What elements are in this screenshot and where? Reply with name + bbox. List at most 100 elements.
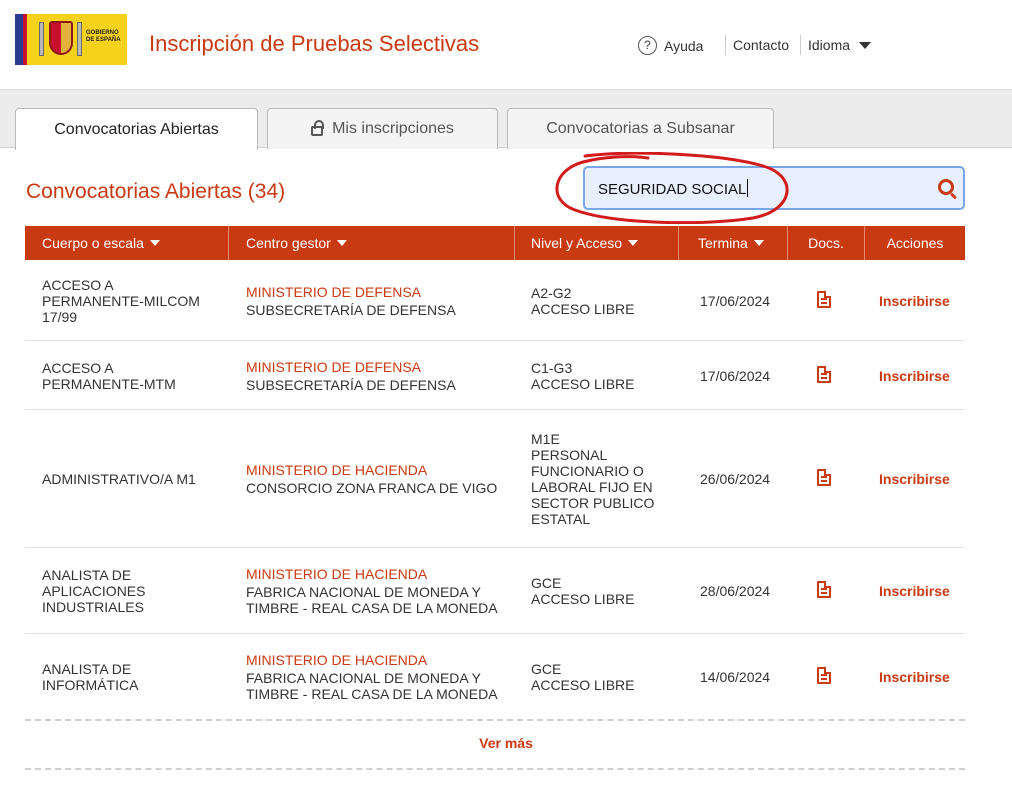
centro-cell: MINISTERIO DE DEFENSA SUBSECRETARÍA DE DE… (246, 284, 456, 318)
nivel-cell-line: FUNCIONARIO O (531, 463, 644, 479)
ministry-name: MINISTERIO DE DEFENSA (246, 359, 422, 375)
inscribirse-link[interactable]: Inscribirse (879, 583, 950, 599)
language-dropdown[interactable]: Idioma (808, 37, 872, 53)
cuerpo-cell: ADMINISTRATIVO/A M1 (42, 471, 196, 487)
document-icon[interactable] (817, 469, 831, 486)
inscribirse-link[interactable]: Inscribirse (879, 368, 950, 384)
nivel-cell-line: SECTOR PUBLICO (531, 495, 655, 511)
col-docs: Docs. (788, 226, 865, 260)
search-input[interactable]: SEGURIDAD SOCIAL (583, 166, 965, 210)
sort-down-icon (336, 240, 347, 246)
document-icon[interactable] (817, 581, 831, 598)
pillar-icon (77, 22, 82, 56)
help-label: Ayuda (664, 37, 704, 54)
cuerpo-cell-line: PERMANENTE-MTM (42, 376, 176, 392)
termina-cell: 26/06/2024 (700, 471, 771, 487)
centro-cell-line: CONSORCIO ZONA FRANCA DE VIGO (246, 480, 498, 496)
tab-label: Convocatorias a Subsanar (546, 120, 735, 137)
centro-cell-line: TIMBRE - REAL CASA DE LA MONEDA (246, 686, 498, 702)
nivel-cell-line: A2-G2 (531, 285, 572, 301)
cuerpo-cell-line: ADMINISTRATIVO/A M1 (42, 471, 196, 487)
centro-cell-line: FABRICA NACIONAL DE MONEDA Y (246, 584, 481, 600)
ministry-name: MINISTERIO DE DEFENSA (246, 284, 422, 300)
nivel-cell: GCE ACCESO LIBRE (531, 575, 634, 607)
centro-cell-line: SUBSECRETARÍA DE DEFENSA (246, 302, 456, 318)
cuerpo-cell-line: INFORMÁTICA (42, 677, 139, 693)
nivel-cell: GCE ACCESO LIBRE (531, 661, 634, 693)
app-title: Inscripción de Pruebas Selectivas (149, 31, 480, 56)
divider (25, 719, 965, 721)
cuerpo-cell: ACCESO A PERMANENTE-MILCOM 17/99 (42, 277, 200, 325)
inscribirse-link[interactable]: Inscribirse (879, 669, 950, 685)
tab-convocatorias-abiertas[interactable]: Convocatorias Abiertas (15, 108, 258, 150)
site-header: GOBIERNO DE ESPAÑA Inscripción de Pruebas… (0, 0, 1012, 89)
table-row: ACCESO A PERMANENTE-MILCOM 17/99 MINISTERIO… (25, 260, 965, 341)
coat-of-arms-icon (49, 21, 73, 55)
ver-mas-link[interactable]: Ver más (0, 735, 1012, 751)
document-icon[interactable] (817, 667, 831, 684)
nivel-cell-line: C1-G3 (531, 360, 573, 376)
page-title: Convocatorias Abiertas (34) (26, 180, 286, 203)
flag-strip-red (23, 14, 27, 65)
nivel-cell: M1E PERSONAL FUNCIONARIO O LABORAL FIJO EN S… (531, 431, 654, 527)
cuerpo-cell: ANALISTA DE INFORMÁTICA (42, 661, 138, 693)
centro-cell: MINISTERIO DE HACIENDA CONSORCIO ZONA FRA… (246, 462, 497, 496)
centro-cell-line: FABRICA NACIONAL DE MONEDA Y (246, 670, 481, 686)
government-logo[interactable]: GOBIERNO DE ESPAÑA (15, 14, 127, 65)
lock-icon (311, 120, 325, 136)
tab-label: Mis inscripciones (332, 120, 454, 137)
nivel-cell-line: ESTATAL (531, 511, 591, 527)
divider (800, 35, 801, 55)
sort-cuerpo[interactable]: Cuerpo o escala (25, 226, 229, 260)
language-label: Idioma (808, 37, 851, 53)
contact-link[interactable]: Contacto (733, 37, 789, 53)
ministry-name: MINISTERIO DE HACIENDA (246, 462, 428, 478)
nivel-cell-line: LABORAL FIJO EN (531, 479, 653, 495)
divider (25, 768, 965, 770)
centro-cell-line: TIMBRE - REAL CASA DE LA MONEDA (246, 600, 498, 616)
cuerpo-cell: ANALISTA DE APLICACIONES INDUSTRIALES (42, 567, 145, 615)
nivel-cell-line: GCE (531, 575, 562, 591)
nivel-cell-line: GCE (531, 661, 562, 677)
pillar-icon (39, 22, 44, 56)
help-icon: ? (638, 36, 657, 55)
sort-nivel[interactable]: Nivel y Acceso (515, 226, 679, 260)
table-row: ACCESO A PERMANENTE-MTM MINISTERIO DE DEFE… (25, 341, 965, 410)
sort-down-icon (149, 240, 160, 246)
document-icon[interactable] (817, 366, 831, 383)
cuerpo-cell-line: ACCESO A (42, 277, 114, 293)
cuerpo-cell-line: 17/99 (42, 309, 78, 325)
tab-mis-inscripciones[interactable]: Mis inscripciones (267, 108, 498, 149)
nivel-cell-line: M1E (531, 431, 560, 447)
nivel-cell-line: ACCESO LIBRE (531, 591, 635, 607)
logo-text: GOBIERNO DE ESPAÑA (86, 30, 121, 43)
inscribirse-link[interactable]: Inscribirse (879, 293, 950, 309)
ministry-name: MINISTERIO DE HACIENDA (246, 566, 428, 582)
nivel-cell-line: ACCESO LIBRE (531, 301, 635, 317)
termina-cell: 17/06/2024 (700, 368, 771, 384)
nivel-cell: A2-G2 ACCESO LIBRE (531, 285, 634, 317)
cuerpo-cell-line: APLICACIONES (42, 583, 146, 599)
centro-cell: MINISTERIO DE DEFENSA SUBSECRETARÍA DE DE… (246, 359, 456, 393)
inscribirse-link[interactable]: Inscribirse (879, 471, 950, 487)
document-icon[interactable] (817, 291, 831, 308)
sort-down-icon (753, 240, 764, 246)
cuerpo-cell-line: ACCESO A (42, 360, 114, 376)
cuerpo-cell-line: ANALISTA DE (42, 661, 132, 677)
nivel-cell: C1-G3 ACCESO LIBRE (531, 360, 634, 392)
nivel-cell-line: PERSONAL (531, 447, 608, 463)
cuerpo-cell-line: INDUSTRIALES (42, 599, 144, 615)
termina-cell: 17/06/2024 (700, 293, 771, 309)
search-icon[interactable] (938, 179, 954, 195)
table-row: ANALISTA DE APLICACIONES INDUSTRIALES MINIS… (25, 548, 965, 634)
termina-cell: 28/06/2024 (700, 583, 771, 599)
termina-cell: 14/06/2024 (700, 669, 771, 685)
tab-convocatorias-subsanar[interactable]: Convocatorias a Subsanar (507, 108, 774, 149)
sort-down-icon (628, 240, 639, 246)
tab-label: Convocatorias Abiertas (54, 120, 219, 138)
text-cursor (747, 179, 749, 197)
nivel-cell-line: ACCESO LIBRE (531, 376, 635, 392)
sort-centro[interactable]: Centro gestor (229, 226, 515, 260)
help-link[interactable]: ? Ayuda (638, 36, 703, 55)
sort-termina[interactable]: Termina (679, 226, 788, 260)
